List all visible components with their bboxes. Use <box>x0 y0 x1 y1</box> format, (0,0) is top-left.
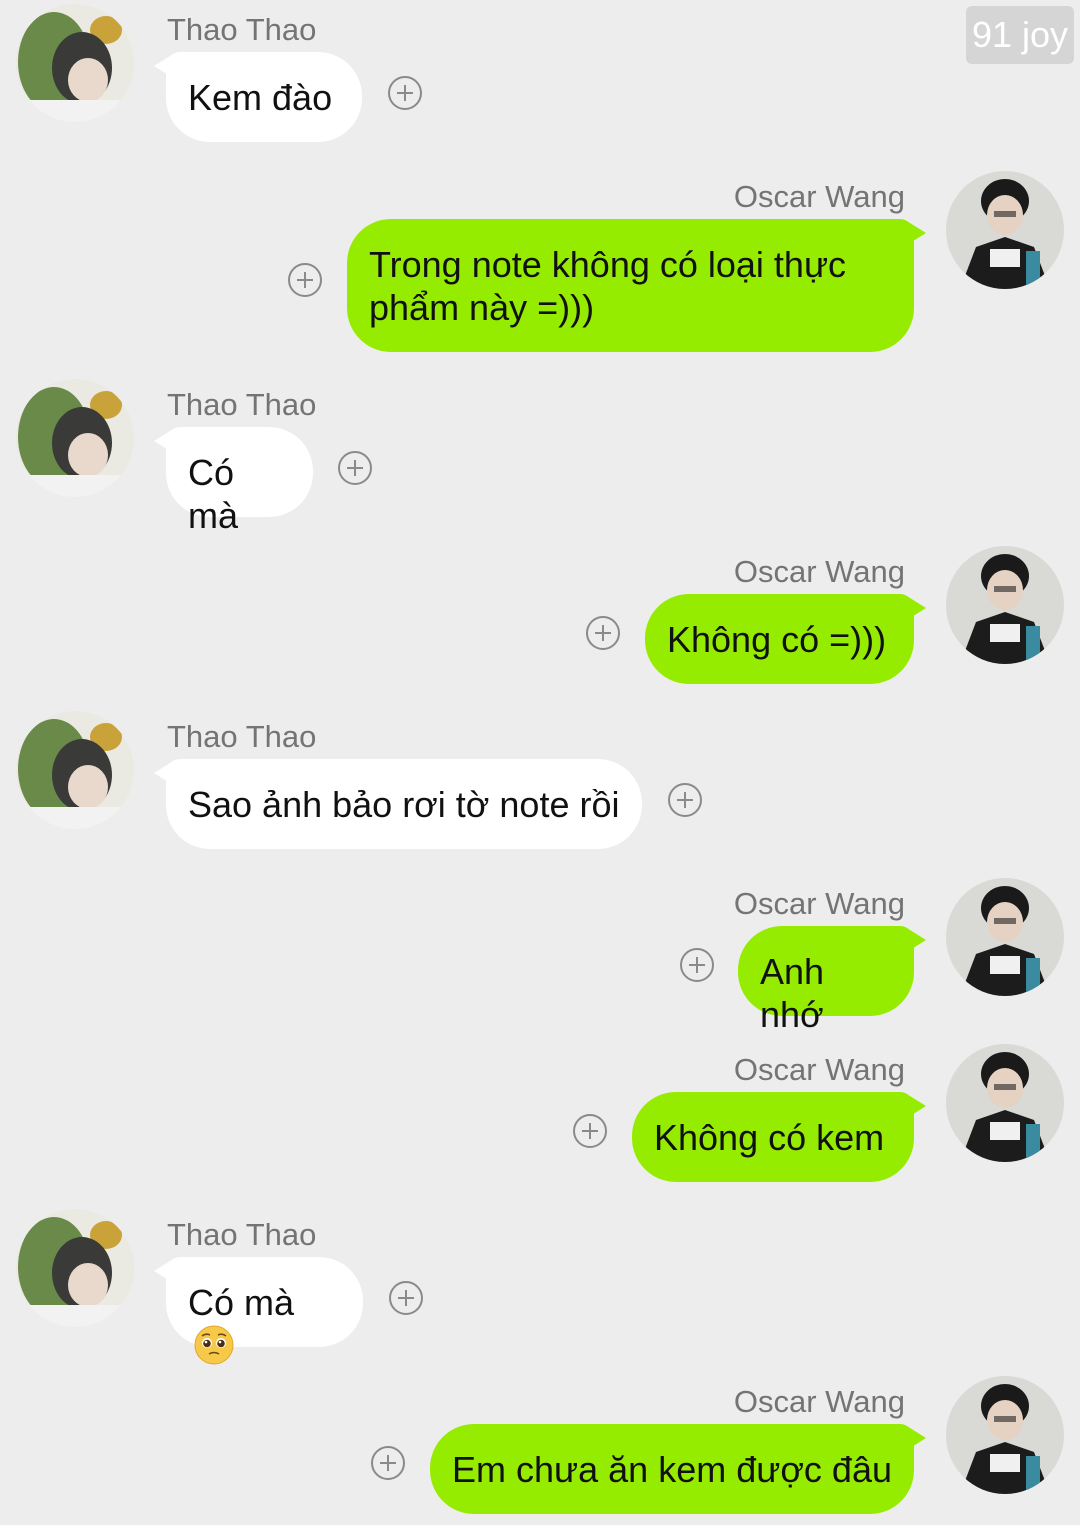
avatar-oscar-wang-icon <box>946 1044 1064 1162</box>
avatar-thao-thao[interactable] <box>16 379 134 497</box>
add-reaction-icon[interactable] <box>389 1281 423 1315</box>
sender-name: Thao Thao <box>167 12 317 47</box>
watermark-badge: 91 joy <box>966 6 1074 64</box>
sender-name: Thao Thao <box>167 719 317 754</box>
sender-name: Thao Thao <box>167 1217 317 1252</box>
message-text: Sao ảnh bảo rơi tờ note rồi <box>188 784 620 825</box>
message-text: Có mà <box>188 1282 295 1323</box>
avatar-oscar-wang-icon <box>946 878 1064 996</box>
avatar-oscar-wang-icon <box>946 171 1064 289</box>
avatar-thao-thao-icon <box>16 4 134 122</box>
message-bubble[interactable]: Không có =))) <box>645 594 926 684</box>
avatar-oscar-wang[interactable] <box>946 1044 1064 1162</box>
add-reaction-icon[interactable] <box>338 451 372 485</box>
add-reaction-icon[interactable] <box>288 263 322 297</box>
avatar-thao-thao-icon <box>16 711 134 829</box>
message-bubble[interactable]: Có mà <box>154 1257 363 1365</box>
avatar-oscar-wang[interactable] <box>946 171 1064 289</box>
message-text: Anh nhớ <box>760 951 825 1035</box>
avatar-oscar-wang-icon <box>946 546 1064 664</box>
sender-name: Oscar Wang <box>733 179 905 214</box>
avatar-oscar-wang-icon <box>946 1376 1064 1494</box>
add-reaction-icon[interactable] <box>371 1446 405 1480</box>
sender-name: Oscar Wang <box>733 1052 905 1087</box>
message-text: Có mà <box>188 452 239 536</box>
avatar-thao-thao-icon <box>16 379 134 497</box>
avatar-thao-thao[interactable] <box>16 4 134 122</box>
message-bubble[interactable]: Anh nhớ <box>738 926 926 1035</box>
sender-name: Oscar Wang <box>733 554 905 589</box>
message-text: Trong note không có loại thực phẩm này =… <box>369 244 847 328</box>
avatar-thao-thao[interactable] <box>16 711 134 829</box>
message-text: Kem đào <box>188 77 333 118</box>
message-bubble[interactable]: Không có kem <box>632 1092 926 1182</box>
message-bubble[interactable]: Trong note không có loại thực phẩm này =… <box>347 219 926 352</box>
message-text: Không có kem <box>654 1117 885 1158</box>
message-bubble[interactable]: Có mà <box>154 427 313 536</box>
message-bubble[interactable]: Em chưa ăn kem được đâu <box>430 1424 926 1514</box>
sender-name: Oscar Wang <box>733 1384 905 1419</box>
add-reaction-icon[interactable] <box>586 616 620 650</box>
avatar-thao-thao[interactable] <box>16 1209 134 1327</box>
message-text: Em chưa ăn kem được đâu <box>452 1449 892 1490</box>
avatar-oscar-wang[interactable] <box>946 878 1064 996</box>
avatar-oscar-wang[interactable] <box>946 1376 1064 1494</box>
sender-name: Thao Thao <box>167 387 317 422</box>
add-reaction-icon[interactable] <box>680 948 714 982</box>
sender-name: Oscar Wang <box>733 886 905 921</box>
message-bubble[interactable]: Kem đào <box>154 52 362 142</box>
pleading-face-emoji-icon <box>194 1325 234 1365</box>
add-reaction-icon[interactable] <box>573 1114 607 1148</box>
add-reaction-icon[interactable] <box>388 76 422 110</box>
message-text: Không có =))) <box>667 619 887 660</box>
add-reaction-icon[interactable] <box>668 783 702 817</box>
avatar-thao-thao-icon <box>16 1209 134 1327</box>
avatar-oscar-wang[interactable] <box>946 546 1064 664</box>
message-bubble[interactable]: Sao ảnh bảo rơi tờ note rồi <box>154 759 642 849</box>
